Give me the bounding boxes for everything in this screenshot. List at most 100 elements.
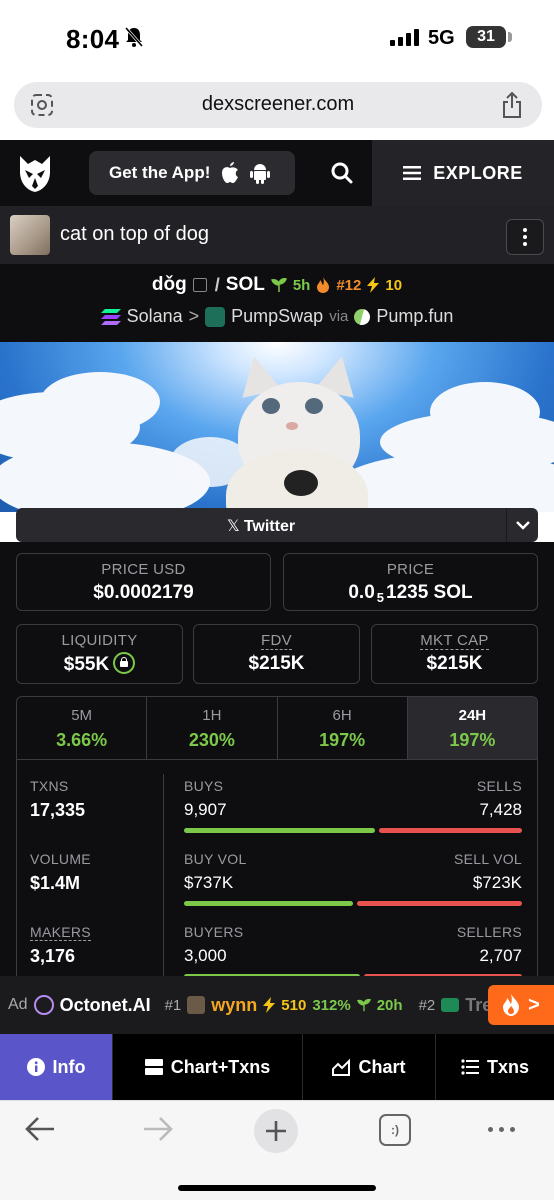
get-app-button[interactable]: Get the App! [89,151,295,195]
hamburger-menu-icon [403,166,422,180]
search-icon[interactable] [331,162,353,184]
dexscreener-logo-icon[interactable] [16,154,54,194]
socials-dropdown-button[interactable] [506,508,538,542]
timeframe-label: 24H [458,707,487,724]
liquidity-lock-icon[interactable] [113,652,136,674]
home-indicator [178,1185,376,1191]
tab-txns[interactable]: Txns [436,1034,554,1100]
ticker-change: 312% [312,996,351,1014]
timeframe-change: 3.66% [56,730,108,750]
price-native-label: PRICE [386,561,435,578]
timeframe-change: 197% [319,730,366,750]
ticker-rank: #1 [164,996,182,1014]
sell-vol-label: SELL VOL [453,851,522,867]
sell-volume-bar-fill [356,901,522,906]
buy-sell-volume-stat: BUY VOL SELL VOL $737K $723K [184,851,522,906]
dex-link[interactable]: PumpSwap [231,306,323,327]
makers-label[interactable]: MAKERS [30,924,91,941]
volume-stat: VOLUME $1.4M [30,851,91,894]
tab-6h[interactable]: 6H 197% [278,697,408,759]
volume-label: VOLUME [30,851,91,867]
timeframe-label: 5M [71,707,93,724]
lightning-icon [367,277,380,293]
tab-label: Chart [358,1056,406,1077]
tre-icon [441,998,460,1012]
ticker-rank: #2 [418,996,436,1014]
token-avatar [10,215,50,255]
share-icon[interactable] [500,91,524,119]
ad-label: Ad [8,996,28,1013]
liquidity-label: LIQUIDITY [61,632,138,649]
buy-volume-bar-fill [184,901,353,906]
price-native-card: PRICE 0.0 5 1235 SOL [283,553,538,611]
tab-label: Chart+Txns [170,1056,271,1077]
volume-value: $1.4M [30,873,81,893]
sellers-label: SELLERS [456,924,522,940]
hot-pairs-button[interactable]: > [488,985,554,1025]
buyers-sellers-stat: BUYERS SELLERS 3,000 2,707 [184,924,522,979]
trade-stats: TXNS 17,335 VOLUME $1.4M MAKERS 3,176 BU… [16,760,538,979]
browser-toolbar: :) [0,1100,554,1200]
back-arrow-icon[interactable] [24,1115,56,1143]
bell-slash-icon [124,27,144,47]
timeframe-label: 6H [332,707,352,724]
token-banner-image [0,342,554,512]
launchpad-link[interactable]: Pump.fun [376,306,453,327]
chain-link[interactable]: Solana [127,306,183,327]
ticker-token-link[interactable]: wynn [211,995,257,1016]
more-dots-icon[interactable] [488,1127,515,1132]
new-tab-button[interactable] [254,1109,298,1153]
battery-icon: 31 [466,26,506,48]
mktcap-value: $215K [426,653,483,674]
flame-icon [317,277,330,293]
buys-label: BUYS [184,778,224,794]
tab-24h[interactable]: 24H 197% [407,697,537,759]
volume-bar [184,901,522,906]
trending-rank: #12 [336,276,362,294]
txns-stat: TXNS 17,335 [30,778,85,821]
sells-label: SELLS [476,778,522,794]
info-icon [26,1058,45,1076]
buys-bar-fill [184,828,375,833]
url-bar[interactable]: dexscreener.com [14,82,542,128]
timeframe-label: 1H [202,707,222,724]
forward-arrow-icon[interactable] [142,1115,174,1143]
tabs-overview-button[interactable]: :) [379,1114,411,1146]
token-title-row: cat on top of dog [0,206,554,264]
tab-1h[interactable]: 1H 230% [147,697,278,759]
mktcap-label[interactable]: MKT CAP [420,632,489,650]
buy-vol-label: BUY VOL [184,851,247,867]
tab-chart-txns[interactable]: Chart+Txns [113,1034,303,1100]
txns-label: TXNS [30,778,69,794]
split-view-icon [144,1059,163,1075]
pair-age: 5h [292,276,311,294]
octonet-icon [33,995,54,1015]
copy-icon[interactable] [192,278,207,292]
plus-icon [266,1121,286,1141]
tab-chart[interactable]: Chart [303,1034,436,1100]
buy-vol-value: $737K [184,873,234,892]
via-label: via [329,308,349,325]
tab-label: Txns [486,1056,529,1077]
ad-link[interactable]: Octonet.AI [60,995,151,1016]
twitter-link-button[interactable]: 𝕏 Twitter [16,508,538,542]
price-native-value: 0.0 5 1235 SOL [348,582,473,605]
buyers-label: BUYERS [184,924,244,940]
sell-vol-value: $723K [472,873,522,892]
timeframe-tabs: 5M 3.66% 1H 230% 6H 197% 24H 197% [16,696,538,760]
list-icon [461,1059,479,1075]
fdv-value: $215K [248,653,305,674]
price-usd-value: $0.0002179 [93,582,194,603]
battery-tip [508,32,512,42]
price-usd-card: PRICE USD $0.0002179 [16,553,271,611]
explore-button[interactable]: EXPLORE [372,140,554,206]
tab-5m[interactable]: 5M 3.66% [17,697,148,759]
sells-value: 7,428 [479,800,522,819]
fdv-label[interactable]: FDV [261,632,292,650]
more-options-button[interactable] [506,219,544,255]
trending-ticker: Ad Octonet.AI #1 wynn 510 312% 20h #2 Tr… [0,976,554,1034]
sells-bar-fill [378,828,522,833]
pair-quote-symbol: SOL [225,274,265,295]
pair-source-line: Solana > PumpSwap via Pump.fun [0,305,554,328]
tab-info[interactable]: Info [0,1034,113,1100]
